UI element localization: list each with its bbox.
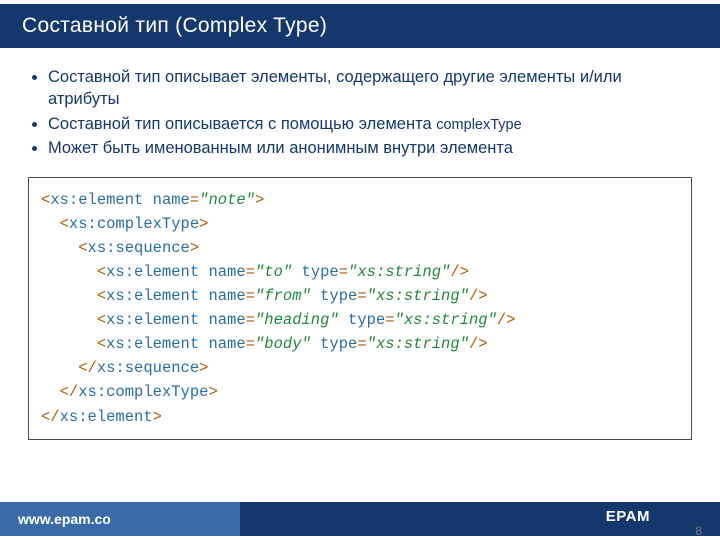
footer-right: EPAM [240, 502, 720, 536]
footer-brand: EPAM [606, 508, 650, 525]
page-number: 8 [695, 524, 702, 538]
footer-left: www.epam.co [0, 502, 240, 536]
slide-title: Составной тип (Complex Type) [22, 14, 327, 37]
bullet-item: Составной тип описывается с помощью элем… [48, 113, 692, 136]
code-block: <xs:element name="note"> <xs:complexType… [28, 177, 692, 439]
slide-content: Составной тип описывает элементы, содерж… [0, 48, 720, 450]
bullet-item: Составной тип описывает элементы, содерж… [48, 66, 692, 111]
bullet-mono: complexType [436, 117, 521, 133]
bullet-text: Составной тип описывается с помощью элем… [48, 115, 436, 133]
bullet-text: Может быть именованным или анонимным вну… [48, 139, 513, 157]
bullet-list: Составной тип описывает элементы, содерж… [28, 66, 692, 159]
footer-url: www.epam.co [18, 511, 111, 527]
bullet-text: Составной тип описывает элементы, содерж… [48, 68, 622, 108]
footer: www.epam.co EPAM [0, 502, 720, 536]
bullet-item: Может быть именованным или анонимным вну… [48, 137, 692, 159]
slide-title-bar: Составной тип (Complex Type) [0, 0, 720, 48]
